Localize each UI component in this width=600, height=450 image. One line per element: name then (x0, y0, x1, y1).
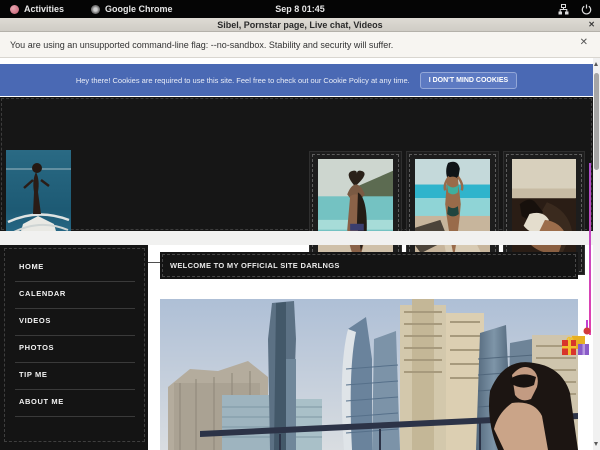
cookie-message: Hey there! Cookies are required to use t… (76, 76, 410, 85)
clock[interactable]: Sep 8 01:45 (0, 4, 600, 14)
sidebar-item-videos[interactable]: VIDEOS (15, 309, 135, 336)
window-title: Sibel, Pornstar page, Live chat, Videos (217, 20, 382, 30)
sidebar-item-photos[interactable]: PHOTOS (15, 336, 135, 363)
desktop-screen: Activities Google Chrome Sep 8 01:45 (0, 0, 600, 450)
site-header (0, 97, 593, 231)
window-title-bar[interactable]: Sibel, Pornstar page, Live chat, Videos … (0, 18, 600, 32)
scrollbar[interactable] (593, 58, 600, 450)
infobar-close-icon[interactable]: ✕ (580, 37, 588, 48)
welcome-heading: WELCOME TO MY OFFICIAL SITE DARLNGS (170, 252, 340, 279)
sidebar: HOME CALENDAR VIDEOS PHOTOS TIP ME ABOUT… (0, 245, 148, 450)
infobar-message: You are using an unsupported command-lin… (0, 40, 393, 50)
welcome-heading-bar: WELCOME TO MY OFFICIAL SITE DARLNGS (160, 252, 578, 279)
cookie-banner: Hey there! Cookies are required to use t… (0, 64, 593, 96)
accept-cookies-button[interactable]: I DON'T MIND COOKIES (420, 72, 517, 89)
sidebar-item-calendar[interactable]: CALENDAR (15, 282, 135, 309)
scrollbar-thumb[interactable] (594, 73, 599, 170)
scroll-up-icon[interactable] (594, 62, 598, 66)
network-icon[interactable] (558, 4, 569, 15)
skyline-photo[interactable] (160, 299, 578, 450)
scroll-down-icon[interactable] (594, 442, 598, 446)
gift-ribbon-line (589, 163, 591, 335)
chrome-infobar: You are using an unsupported command-lin… (0, 32, 600, 58)
sidebar-item-home[interactable]: HOME (15, 255, 135, 282)
sidebar-item-about-me[interactable]: ABOUT ME (15, 390, 135, 417)
browser-viewport: Hey there! Cookies are required to use t… (0, 58, 600, 450)
sidebar-menu: HOME CALENDAR VIDEOS PHOTOS TIP ME ABOUT… (15, 255, 135, 417)
power-icon[interactable] (581, 4, 592, 15)
gnome-top-bar: Activities Google Chrome Sep 8 01:45 (0, 0, 600, 18)
window-close-icon[interactable]: ✕ (588, 18, 595, 32)
sidebar-item-tip-me[interactable]: TIP ME (15, 363, 135, 390)
header-content-gap (0, 231, 593, 245)
gift-boxes-icon[interactable] (560, 320, 593, 366)
